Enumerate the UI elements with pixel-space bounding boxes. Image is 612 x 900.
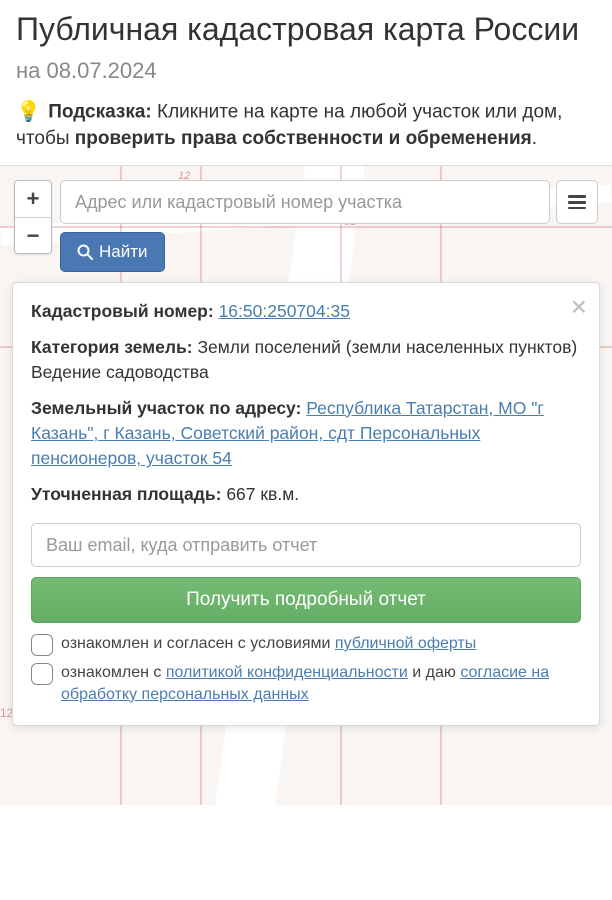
consent-offer-text: ознакомлен и согласен с условиями публич… <box>61 633 476 655</box>
close-icon[interactable]: × <box>571 293 587 321</box>
cadastral-number-link[interactable]: 16:50:250704:35 <box>219 301 350 321</box>
hamburger-icon <box>568 195 586 209</box>
email-field[interactable] <box>31 523 581 567</box>
find-button[interactable]: Найти <box>60 232 165 272</box>
search-row <box>60 180 550 224</box>
info-panel: × Кадастровый номер: 16:50:250704:35 Кат… <box>12 282 600 726</box>
zoom-out-button[interactable]: − <box>15 217 51 253</box>
consent-offer: ознакомлен и согласен с условиями публич… <box>31 633 581 656</box>
area-label: Уточненная площадь: <box>31 484 221 504</box>
page-header: Публичная кадастровая карта России на 08… <box>0 0 612 95</box>
hint-block: 💡 Подсказка: Кликните на карте на любой … <box>0 95 612 166</box>
land-category-value: Земли поселений (земли населенных пункто… <box>197 337 577 357</box>
hint-label: Подсказка: <box>48 101 152 122</box>
area-value: 667 кв.м. <box>226 484 299 504</box>
consent-privacy-text: ознакомлен с политикой конфиденциальност… <box>61 662 581 705</box>
lightbulb-icon: 💡 <box>16 99 41 126</box>
consent-offer-checkbox[interactable] <box>31 634 53 656</box>
find-button-label: Найти <box>99 242 148 262</box>
land-category-sub: Ведение садоводства <box>31 362 209 382</box>
map-container[interactable]: 12 31 122 + − Найти × Кадастровый номер:… <box>0 165 612 805</box>
address-row: Земельный участок по адресу: Республика … <box>31 396 581 472</box>
area-row: Уточненная площадь: 667 кв.м. <box>31 482 581 507</box>
zoom-control: + − <box>14 180 52 254</box>
land-category-row: Категория земель: Земли поселений (земли… <box>31 335 581 386</box>
consent-privacy: ознакомлен с политикой конфиденциальност… <box>31 662 581 705</box>
search-input[interactable] <box>60 180 550 224</box>
public-offer-link[interactable]: публичной оферты <box>335 635 476 652</box>
get-report-button[interactable]: Получить подробный отчет <box>31 577 581 623</box>
zoom-in-button[interactable]: + <box>15 181 51 217</box>
title-text: Публичная кадастровая карта России <box>16 11 579 47</box>
consent-privacy-checkbox[interactable] <box>31 663 53 685</box>
hint-text-2: . <box>532 128 537 149</box>
search-icon <box>77 244 93 260</box>
page-title: Публичная кадастровая карта России на 08… <box>16 10 596 87</box>
title-date: на 08.07.2024 <box>16 58 157 83</box>
menu-button[interactable] <box>556 180 598 224</box>
privacy-policy-link[interactable]: политикой конфиденциальности <box>166 664 408 681</box>
cadastral-number-label: Кадастровый номер: <box>31 301 214 321</box>
address-label: Земельный участок по адресу: <box>31 398 301 418</box>
land-category-label: Категория земель: <box>31 337 193 357</box>
hint-text-bold: проверить права собственности и обремене… <box>75 128 532 149</box>
cadastral-number-row: Кадастровый номер: 16:50:250704:35 <box>31 299 581 324</box>
